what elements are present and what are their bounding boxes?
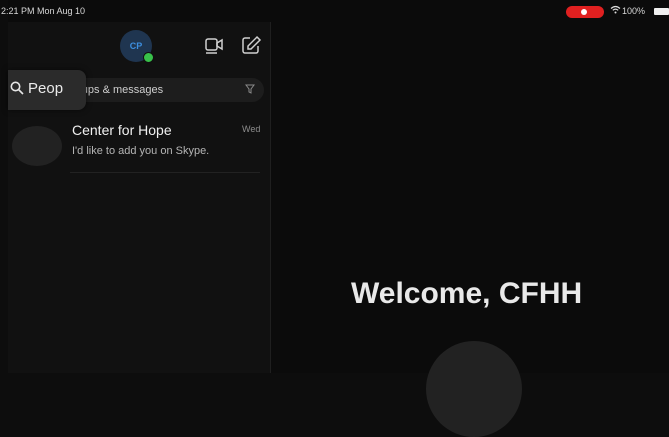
conversation-avatar [12,126,62,166]
status-time: 2:21 PM Mon Aug 10 [1,6,86,16]
video-call-button[interactable] [203,34,225,56]
search-tooltip-label: Peop [28,80,64,97]
status-bar: 2:21 PM Mon Aug 10 100% [0,0,669,22]
search-icon [10,81,24,95]
welcome-avatar [426,341,522,437]
conversation-preview: I'd like to add you on Skype. [72,145,210,157]
conversation-separator [70,172,260,173]
profile-initials: CP [129,41,143,51]
wifi-icon [610,5,621,17]
conversation-time: Wed [242,124,261,134]
welcome-heading: Welcome, CFHH [351,277,583,310]
compose-button[interactable] [240,34,262,56]
conversation-name: Center for Hope [72,122,172,138]
battery-percent: 100% [622,6,646,16]
video-call-icon [205,38,223,54]
filter-icon[interactable] [245,84,255,97]
presence-indicator [143,52,154,63]
compose-icon [242,35,262,54]
sidebar-divider [270,22,271,373]
screen-record-indicator[interactable] [566,6,604,18]
battery-icon [654,8,669,15]
